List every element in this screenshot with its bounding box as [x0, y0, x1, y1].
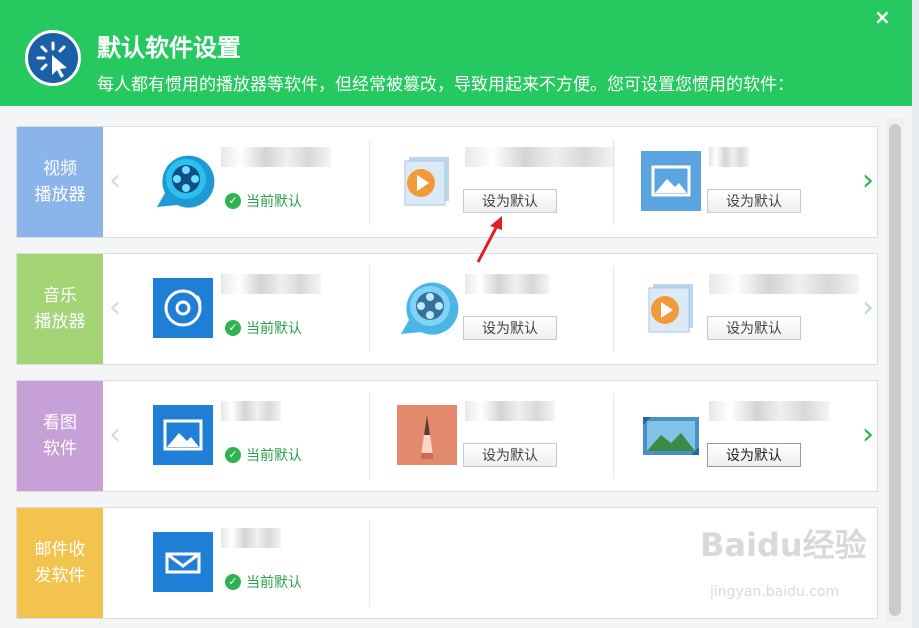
watermark-brand: Baidu经验	[700, 526, 867, 564]
app-name-blurred	[465, 274, 549, 294]
red-pointer-arrow-icon	[476, 216, 502, 263]
app-slot: ✓ 当前默认	[153, 127, 393, 237]
divider	[613, 139, 614, 225]
category-label-line2: 发软件	[34, 566, 86, 586]
divider	[369, 520, 370, 606]
status-text: 当前默认	[246, 575, 302, 591]
app-slot: ✓ 当前默认	[153, 254, 393, 364]
category-label-line2: 播放器	[34, 185, 86, 205]
category-row-video: 视频 播放器 ‹ ✓ 当前默认 设为默认 设为默认 ›	[16, 126, 878, 238]
app-slot: ✓ 当前默认	[153, 508, 393, 618]
photos-icon[interactable]	[641, 151, 701, 211]
check-icon: ✓	[225, 574, 241, 590]
app-name-blurred	[465, 401, 555, 421]
app-name-blurred	[709, 274, 859, 294]
app-slot: 设为默认	[641, 127, 881, 237]
app-slot: 设为默认	[641, 254, 881, 364]
prev-arrow-icon[interactable]: ‹	[109, 290, 121, 326]
set-default-button[interactable]: 设为默认	[707, 316, 801, 340]
app-slot: 设为默认	[397, 127, 637, 237]
category-label-line1: 邮件收	[34, 540, 86, 560]
check-icon: ✓	[225, 193, 241, 209]
set-default-button[interactable]: 设为默认	[707, 189, 801, 213]
current-default-status: ✓ 当前默认	[225, 445, 302, 465]
category-label-line1: 看图	[43, 413, 77, 433]
window-edge	[912, 0, 919, 628]
set-default-button[interactable]: 设为默认	[463, 443, 557, 467]
category-label-video: 视频 播放器	[17, 127, 103, 237]
check-icon: ✓	[225, 320, 241, 336]
category-row-music: 音乐 播放器 ‹ ✓ 当前默认 设为默认 设为默认 ›	[16, 253, 878, 365]
set-default-button[interactable]: 设为默认	[463, 316, 557, 340]
prev-arrow-icon[interactable]: ‹	[109, 163, 121, 199]
status-text: 当前默认	[246, 448, 302, 464]
app-logo-icon	[25, 30, 81, 86]
category-label-image: 看图 软件	[17, 381, 103, 491]
status-text: 当前默认	[246, 321, 302, 337]
category-label-line2: 软件	[43, 439, 77, 459]
category-label-line1: 视频	[43, 159, 77, 179]
app-name-blurred	[221, 147, 331, 167]
app-name-blurred	[221, 401, 281, 421]
photo-viewer-icon[interactable]	[641, 405, 701, 465]
dialog-header: 默认软件设置 每人都有惯用的播放器等软件，但经常被篡改，导致用起来不方便。您可设…	[0, 0, 912, 106]
divider	[369, 139, 370, 225]
divider	[369, 393, 370, 479]
current-default-status: ✓ 当前默认	[225, 318, 302, 338]
app-name-blurred	[221, 274, 321, 294]
prev-arrow-icon[interactable]: ‹	[109, 417, 121, 453]
film-reel-icon[interactable]	[397, 278, 459, 338]
app-name-blurred	[709, 147, 749, 167]
divider	[613, 393, 614, 479]
current-default-status: ✓ 当前默认	[225, 191, 302, 211]
category-label-mail: 邮件收 发软件	[17, 508, 103, 618]
app-slot: 设为默认	[397, 254, 637, 364]
category-label-line2: 播放器	[34, 312, 86, 332]
app-name-blurred	[709, 401, 829, 421]
set-default-button[interactable]: 设为默认	[463, 189, 557, 213]
category-label-line1: 音乐	[43, 286, 77, 306]
set-default-button[interactable]: 设为默认	[707, 443, 801, 467]
app-name-blurred	[465, 147, 615, 167]
next-arrow-icon[interactable]: ›	[862, 163, 874, 199]
divider	[613, 266, 614, 352]
app-slot: 设为默认	[397, 381, 637, 491]
media-player-icon[interactable]	[641, 278, 701, 338]
next-arrow-icon[interactable]: ›	[862, 290, 874, 326]
category-label-music: 音乐 播放器	[17, 254, 103, 364]
media-player-icon[interactable]	[397, 151, 457, 211]
current-default-status: ✓ 当前默认	[225, 572, 302, 592]
dialog-title: 默认软件设置	[97, 34, 241, 62]
dialog-subtitle: 每人都有惯用的播放器等软件，但经常被篡改，导致用起来不方便。您可设置您惯用的软件…	[97, 75, 794, 95]
app-slot: 设为默认	[641, 381, 881, 491]
app-slot: ✓ 当前默认	[153, 381, 393, 491]
photos-icon[interactable]	[153, 405, 213, 465]
status-text: 当前默认	[246, 194, 302, 210]
groove-music-icon[interactable]	[153, 278, 213, 338]
scrollbar-thumb[interactable]	[889, 124, 901, 616]
divider	[369, 266, 370, 352]
app-name-blurred	[221, 528, 281, 548]
check-icon: ✓	[225, 447, 241, 463]
next-arrow-icon[interactable]: ›	[862, 417, 874, 453]
mail-icon[interactable]	[153, 532, 213, 592]
paint-pencil-icon[interactable]	[397, 405, 457, 465]
category-row-image: 看图 软件 ‹ ✓ 当前默认 设为默认 设为默认 ›	[16, 380, 878, 492]
film-reel-icon[interactable]	[153, 151, 215, 211]
close-icon[interactable]: ×	[874, 5, 891, 29]
watermark-url: jingyan.baidu.com	[710, 584, 840, 600]
